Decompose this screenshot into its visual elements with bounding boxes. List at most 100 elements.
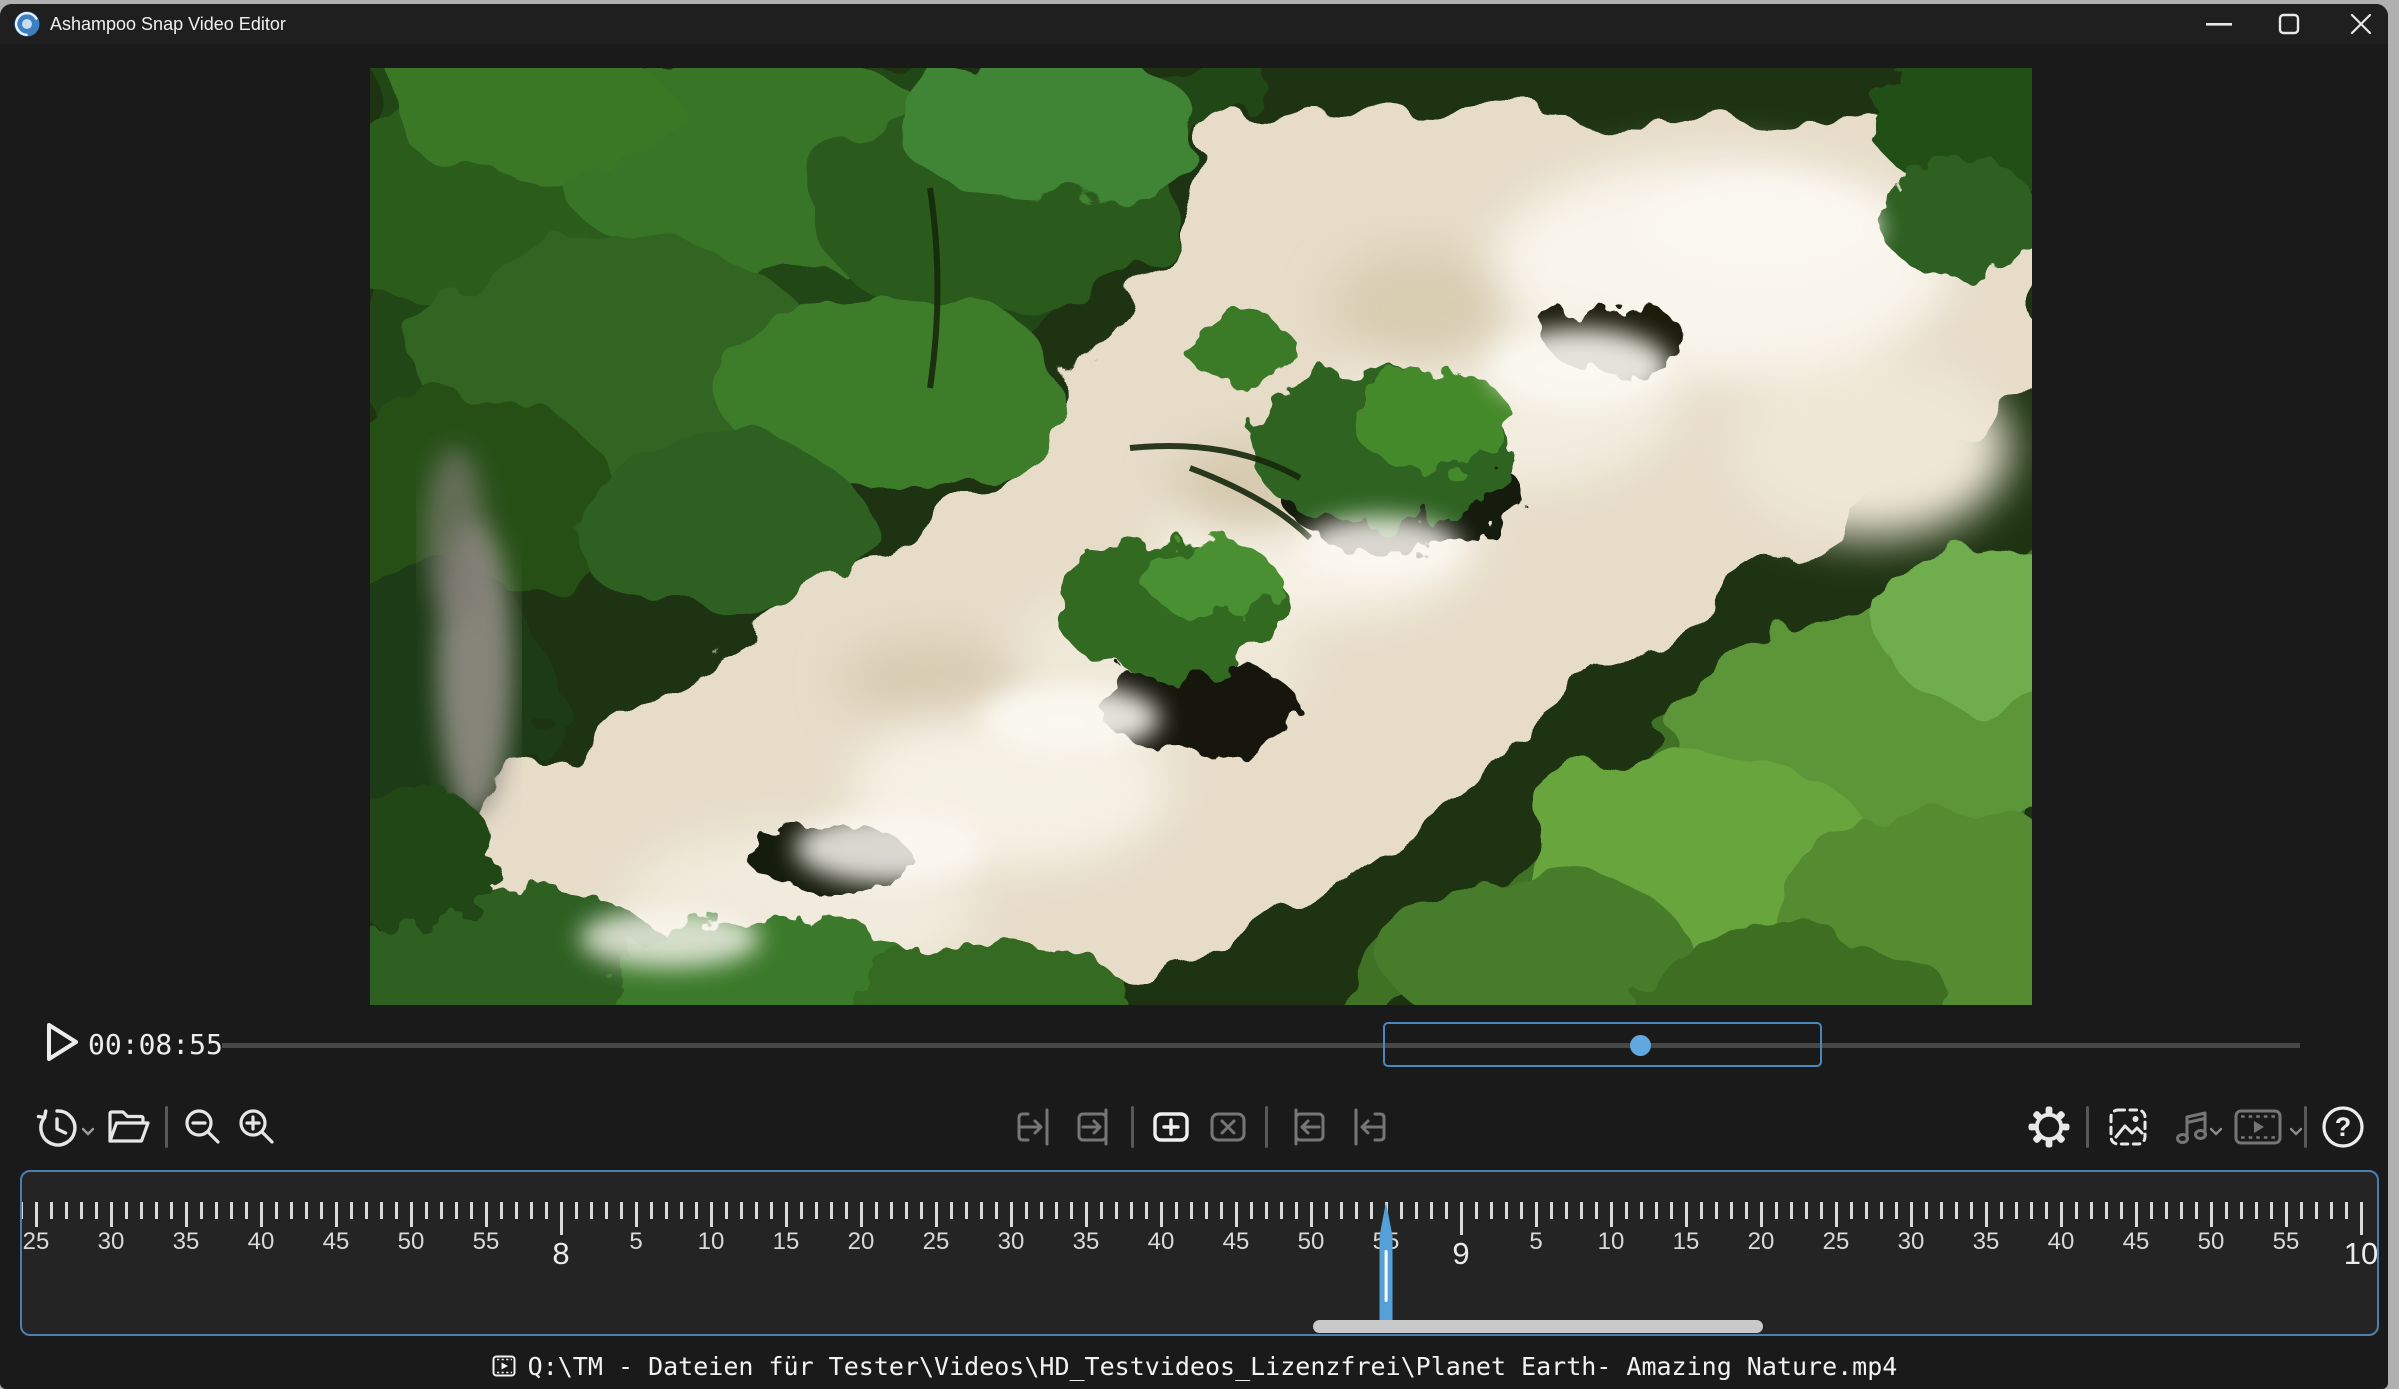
ruler-tick bbox=[830, 1202, 833, 1219]
help-icon: ? bbox=[2319, 1103, 2367, 1151]
play-button[interactable] bbox=[40, 1018, 84, 1066]
video-dropdown-chevron-icon[interactable] bbox=[2288, 1126, 2304, 1137]
ruler-tick bbox=[1625, 1202, 1628, 1219]
ruler-tick bbox=[1610, 1202, 1613, 1227]
toolbar-divider bbox=[2304, 1106, 2307, 1148]
ruler-tick bbox=[1985, 1202, 1988, 1227]
ruler-tick bbox=[2135, 1202, 2138, 1227]
statusbar: Q:\TM - Dateien für Tester\Videos\HD_Tes… bbox=[0, 1349, 2388, 1383]
ruler-tick bbox=[2240, 1202, 2243, 1219]
ruler-tick bbox=[275, 1202, 278, 1219]
move-clip-end-icon bbox=[1282, 1103, 1330, 1151]
ruler-tick bbox=[605, 1202, 608, 1219]
ruler-second-label: 20 bbox=[1748, 1228, 1775, 1256]
ruler-tick bbox=[2150, 1202, 2153, 1219]
seek-selection-box[interactable] bbox=[1383, 1022, 1822, 1067]
toolbar-divider bbox=[165, 1106, 168, 1148]
trim-end-button[interactable] bbox=[1344, 1103, 1392, 1151]
ruler-tick bbox=[1280, 1202, 1283, 1219]
ruler-tick bbox=[1895, 1202, 1898, 1219]
seek-track[interactable] bbox=[222, 1043, 2300, 1048]
ruler-second-label: 40 bbox=[248, 1228, 275, 1256]
ruler-tick bbox=[350, 1202, 353, 1219]
timeline-panel[interactable]: 2530354045505585101520253035404550559510… bbox=[20, 1170, 2379, 1336]
timeline-playhead[interactable] bbox=[1378, 1202, 1394, 1320]
ruler-second-label: 10 bbox=[1598, 1228, 1625, 1256]
ruler-tick bbox=[1880, 1202, 1883, 1219]
zoom-in-button[interactable] bbox=[233, 1103, 281, 1151]
history-dropdown-chevron-icon[interactable] bbox=[80, 1126, 96, 1137]
ruler-tick bbox=[155, 1202, 158, 1219]
minimize-button[interactable] bbox=[2188, 4, 2250, 44]
timeline-ruler: 2530354045505585101520253035404550559510… bbox=[22, 1172, 2377, 1334]
ruler-tick bbox=[2165, 1202, 2168, 1219]
ruler-second-label: 20 bbox=[848, 1228, 875, 1256]
ruler-tick bbox=[1520, 1202, 1523, 1219]
ruler-tick bbox=[1160, 1202, 1163, 1227]
ruler-tick bbox=[2300, 1202, 2303, 1219]
close-button[interactable] bbox=[2330, 4, 2388, 44]
ruler-tick bbox=[290, 1202, 293, 1219]
ruler-tick bbox=[80, 1202, 83, 1219]
ruler-tick bbox=[50, 1202, 53, 1219]
ruler-tick bbox=[1655, 1202, 1658, 1219]
delete-segment-icon bbox=[1204, 1103, 1252, 1151]
ruler-tick bbox=[1265, 1202, 1268, 1219]
ruler-tick bbox=[1970, 1202, 1973, 1219]
ruler-tick bbox=[320, 1202, 323, 1219]
ruler-tick bbox=[1460, 1202, 1463, 1235]
zoom-out-button[interactable] bbox=[179, 1103, 227, 1151]
ruler-tick bbox=[1400, 1202, 1403, 1219]
ruler-tick bbox=[650, 1202, 653, 1219]
delete-segment-button[interactable] bbox=[1204, 1103, 1252, 1151]
video-file-icon bbox=[491, 1353, 518, 1380]
ruler-tick bbox=[455, 1202, 458, 1219]
ruler-tick bbox=[965, 1202, 968, 1219]
ruler-tick bbox=[365, 1202, 368, 1219]
ruler-tick bbox=[2090, 1202, 2093, 1219]
ruler-tick bbox=[755, 1202, 758, 1219]
export-image-button[interactable] bbox=[2104, 1103, 2152, 1151]
ruler-tick bbox=[740, 1202, 743, 1219]
music-dropdown-chevron-icon[interactable] bbox=[2208, 1126, 2224, 1137]
ruler-tick bbox=[1805, 1202, 1808, 1219]
seek-handle[interactable] bbox=[1630, 1035, 1651, 1056]
export-image-icon bbox=[2104, 1103, 2152, 1151]
export-video-button[interactable] bbox=[2230, 1103, 2286, 1151]
ruler-tick bbox=[2105, 1202, 2108, 1219]
ruler-tick bbox=[890, 1202, 893, 1219]
ruler-tick bbox=[1850, 1202, 1853, 1219]
ruler-second-label: 45 bbox=[2123, 1228, 2150, 1256]
zoom-out-icon bbox=[180, 1104, 226, 1150]
help-button[interactable]: ? bbox=[2319, 1103, 2367, 1151]
ruler-tick bbox=[260, 1202, 263, 1227]
open-file-button[interactable] bbox=[104, 1103, 152, 1151]
current-time: 00:08:55 bbox=[88, 1028, 223, 1061]
timeline-scrollbar-thumb[interactable] bbox=[1313, 1320, 1763, 1333]
ruler-second-label: 35 bbox=[1073, 1228, 1100, 1256]
ruler-tick bbox=[710, 1202, 713, 1227]
add-segment-button[interactable] bbox=[1147, 1103, 1195, 1151]
move-clip-start-button[interactable] bbox=[1072, 1103, 1120, 1151]
ruler-tick bbox=[1550, 1202, 1553, 1219]
ruler-tick bbox=[65, 1202, 68, 1219]
move-clip-end-button[interactable] bbox=[1282, 1103, 1330, 1151]
ruler-tick bbox=[2285, 1202, 2288, 1227]
ruler-second-label: 15 bbox=[773, 1228, 800, 1256]
ruler-second-label: 50 bbox=[1298, 1228, 1325, 1256]
ruler-tick bbox=[1580, 1202, 1583, 1219]
history-button[interactable] bbox=[33, 1103, 81, 1151]
ruler-tick bbox=[935, 1202, 938, 1227]
trim-start-button[interactable] bbox=[1011, 1103, 1059, 1151]
ruler-tick bbox=[1865, 1202, 1868, 1219]
ruler-tick bbox=[875, 1202, 878, 1219]
ruler-tick bbox=[1415, 1202, 1418, 1219]
ruler-tick bbox=[1355, 1202, 1358, 1219]
ruler-second-label: 30 bbox=[998, 1228, 1025, 1256]
ruler-tick bbox=[1115, 1202, 1118, 1219]
ruler-tick bbox=[2180, 1202, 2183, 1219]
ruler-minute-label: 8 bbox=[552, 1236, 569, 1272]
settings-button[interactable] bbox=[2025, 1103, 2073, 1151]
ruler-tick bbox=[1445, 1202, 1448, 1219]
maximize-button[interactable] bbox=[2258, 4, 2320, 44]
